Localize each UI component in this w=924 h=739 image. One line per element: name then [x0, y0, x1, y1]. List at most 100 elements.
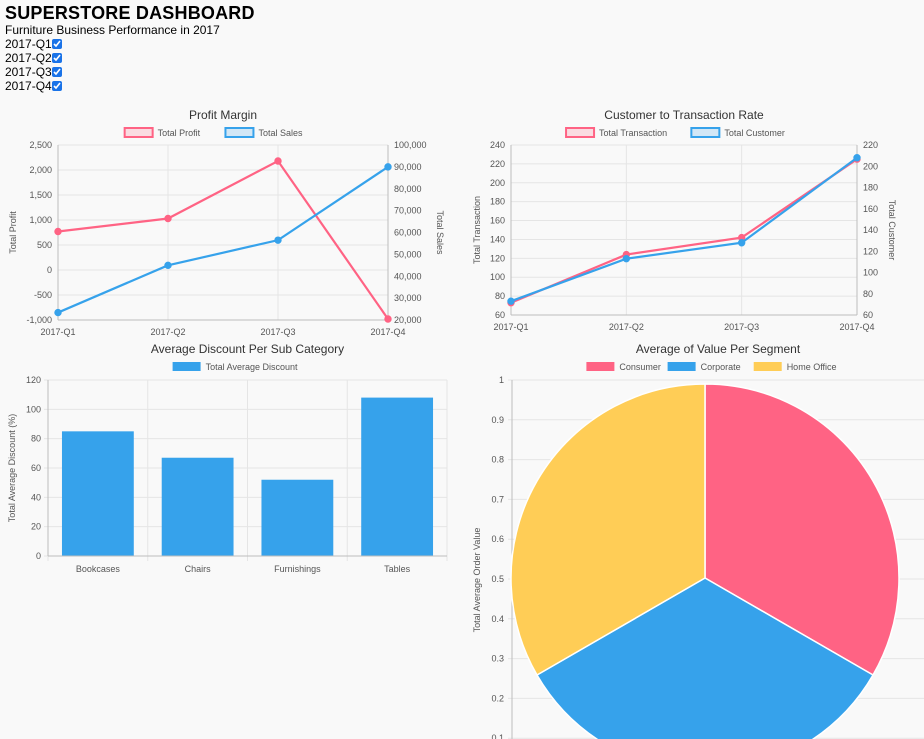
bar-chairs — [161, 457, 234, 556]
data-point — [164, 261, 172, 270]
x-tick-label: 2017-Q2 — [150, 327, 185, 337]
y-tick-label: 0.8 — [491, 455, 504, 465]
x-tick-label: 2017-Q4 — [370, 327, 405, 337]
legend-swatch — [753, 362, 782, 371]
y2-tick-label: 50,000 — [394, 249, 422, 259]
legend-swatch — [123, 127, 154, 138]
y-tick-label: 2,500 — [29, 140, 52, 150]
legend-swatch — [565, 127, 596, 138]
data-point — [737, 239, 746, 247]
y-tick-label: 0.4 — [491, 614, 504, 624]
y2-tick-label: 100 — [863, 268, 878, 278]
y-tick-label: 0.5 — [491, 574, 504, 584]
dashboard-charts: Profit Margin Total Profit Total Sales 2,50… — [7, 108, 924, 739]
data-point — [507, 297, 515, 305]
legend-swatch — [690, 127, 721, 138]
y-tick-label: 0.2 — [491, 693, 504, 703]
y2-tick-label: 100,000 — [394, 140, 427, 150]
y-tick-label: -500 — [34, 290, 52, 300]
y-tick-label: 0 — [36, 551, 41, 561]
y2-tick-label: 160 — [863, 204, 878, 214]
legend-label: Total Average Discount — [206, 362, 298, 372]
data-point — [384, 315, 392, 323]
y-tick-label: 20 — [31, 522, 41, 532]
y-tick-label: 40 — [31, 492, 41, 502]
legend-label: Consumer — [619, 362, 661, 372]
y-tick-label: 80 — [495, 291, 505, 301]
x-tick-label: Chairs — [185, 564, 212, 574]
chart-title: Profit Margin — [189, 108, 257, 122]
y2-tick-label: 60 — [863, 310, 873, 320]
y2-tick-label: 90,000 — [394, 162, 422, 172]
x-tick-label: 2017-Q2 — [609, 322, 644, 332]
y2-tick-label: 140 — [863, 225, 878, 235]
series-line-total-customer — [510, 156, 858, 303]
data-point — [274, 157, 282, 165]
y-tick-label: 1 — [499, 375, 504, 385]
x-tick-label: 2017-Q1 — [40, 327, 75, 337]
data-point — [54, 227, 62, 236]
data-point — [622, 254, 631, 263]
y-axis-title: Total Average Discount (%) — [7, 414, 17, 522]
y2-tick-label: 80 — [863, 289, 873, 299]
bar-tables — [361, 397, 434, 556]
y-tick-label: 2,000 — [29, 165, 52, 175]
y-tick-label: 80 — [31, 434, 41, 444]
legend-swatch — [224, 127, 255, 138]
y2-tick-label: 40,000 — [394, 271, 422, 281]
bar-furnishings — [261, 479, 334, 556]
y2-tick-label: 220 — [863, 140, 878, 150]
y2-tick-label: 30,000 — [394, 293, 422, 303]
y2-tick-label: 80,000 — [394, 184, 422, 194]
y-tick-label: 0.1 — [491, 733, 504, 739]
legend-label: Home Office — [787, 362, 837, 372]
y-tick-label: 200 — [490, 178, 505, 188]
y-tick-label: 0 — [47, 265, 52, 275]
y2-tick-label: 120 — [863, 246, 878, 256]
chart-segment: Average of Value Per Segment Consumer Corp… — [472, 342, 924, 739]
y2-tick-label: 20,000 — [394, 315, 422, 325]
y-tick-label: 160 — [490, 216, 505, 226]
y-axis-title: Total Transaction — [472, 196, 482, 264]
y-tick-label: 60 — [495, 310, 505, 320]
data-point — [54, 308, 62, 317]
y-axis-title: Total Average Order Value — [472, 528, 482, 633]
y-tick-label: 1,500 — [29, 190, 52, 200]
y-tick-label: 220 — [490, 159, 505, 169]
y2-axis-title: Total Sales — [435, 210, 445, 255]
y-tick-label: -1,000 — [26, 315, 52, 325]
y-tick-label: 500 — [37, 240, 52, 250]
x-tick-label: Bookcases — [76, 564, 121, 574]
legend-label: Corporate — [701, 362, 741, 372]
chart-title: Average of Value Per Segment — [636, 342, 801, 356]
y2-axis-title: Total Customer — [887, 200, 897, 261]
data-point — [853, 154, 861, 162]
y-tick-label: 100 — [490, 272, 505, 282]
y-tick-label: 240 — [490, 140, 505, 150]
y-tick-label: 140 — [490, 234, 505, 244]
x-tick-label: 2017-Q1 — [493, 322, 528, 332]
legend-label: Total Profit — [158, 128, 201, 138]
y-tick-label: 1,000 — [29, 215, 52, 225]
y2-tick-label: 60,000 — [394, 228, 422, 238]
chart-customer: Customer to Transaction Rate Total Transa… — [472, 108, 897, 332]
y-tick-label: 120 — [26, 375, 41, 385]
y-axis-title: Total Profit — [8, 211, 18, 254]
data-point — [384, 163, 392, 171]
y2-tick-label: 180 — [863, 183, 878, 193]
legend-swatch — [667, 362, 696, 371]
legend-label: Total Customer — [724, 128, 785, 138]
y-tick-label: 180 — [490, 197, 505, 207]
chart-title: Customer to Transaction Rate — [604, 108, 764, 122]
y2-tick-label: 200 — [863, 161, 878, 171]
data-point — [164, 214, 172, 223]
chart-title: Average Discount Per Sub Category — [151, 342, 344, 356]
y-tick-label: 0.9 — [491, 415, 504, 425]
y2-tick-label: 70,000 — [394, 206, 422, 216]
x-tick-label: Furnishings — [274, 564, 321, 574]
y-tick-label: 120 — [490, 253, 505, 263]
bar-bookcases — [61, 431, 134, 556]
legend-label: Total Sales — [258, 128, 303, 138]
x-tick-label: 2017-Q3 — [724, 322, 759, 332]
y-tick-label: 100 — [26, 404, 41, 414]
